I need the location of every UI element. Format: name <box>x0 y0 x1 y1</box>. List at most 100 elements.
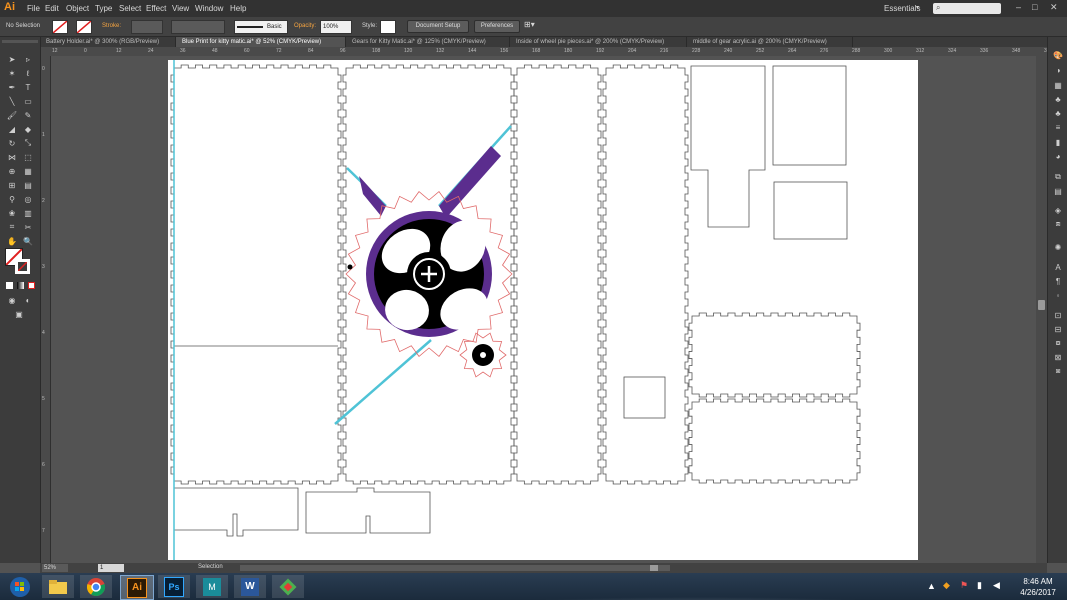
clock-time[interactable]: 8:46 AM <box>1018 577 1058 586</box>
tray-app-icon[interactable]: ◆ <box>943 580 950 591</box>
power-icon[interactable]: ▮ <box>977 580 982 591</box>
tab-blue-print[interactable]: Blue Print for kitty matic.ai* @ 52% (CM… <box>176 37 346 47</box>
close-button[interactable]: ✕ <box>1050 2 1058 13</box>
stroke-color-swatch[interactable] <box>15 259 30 274</box>
width-tool-icon[interactable]: ⋈ <box>6 151 18 163</box>
minimize-button[interactable]: – <box>1016 2 1021 12</box>
draw-normal-icon[interactable]: ◉ <box>6 294 18 306</box>
maximize-button[interactable]: □ <box>1032 2 1037 12</box>
rotate-tool-icon[interactable]: ↻ <box>6 137 18 149</box>
color-guide-icon[interactable]: ◑ <box>1052 64 1064 76</box>
menu-file[interactable]: File <box>27 4 40 13</box>
free-transform-tool-icon[interactable]: ⬚ <box>22 151 34 163</box>
illustrator-icon[interactable]: Ai <box>120 575 154 600</box>
tab-battery-holder[interactable]: Battery Holder.ai* @ 300% (RGB/Preview) <box>40 37 176 47</box>
menu-edit[interactable]: Edit <box>45 4 59 13</box>
selection-tool-icon[interactable]: ➤ <box>6 53 18 65</box>
color-panel-icon[interactable]: 🎨 <box>1052 49 1064 61</box>
screen-mode-icon[interactable]: ▣ <box>13 308 25 320</box>
gradient-mode-icon[interactable] <box>17 282 24 289</box>
tab-middle-of-gear[interactable]: middle of gear acrylic.ai @ 200% (CMYK/P… <box>687 37 853 47</box>
opacity-label[interactable]: Opacity: <box>294 23 316 29</box>
stroke-label[interactable]: Stroke: <box>102 23 121 29</box>
perspective-grid-tool-icon[interactable]: ▦ <box>22 165 34 177</box>
character-panel-icon[interactable]: A <box>1052 261 1064 273</box>
zoom-tool-icon[interactable]: 🔍 <box>22 235 34 247</box>
artboard-number-field[interactable]: 1 <box>98 564 124 572</box>
mesh-tool-icon[interactable]: ⊞ <box>6 179 18 191</box>
line-tool-icon[interactable]: ╲ <box>6 95 18 107</box>
info-panel-icon[interactable]: ⧆ <box>1052 365 1064 377</box>
stroke-weight-input[interactable] <box>131 20 163 34</box>
slice-tool-icon[interactable]: ✂ <box>22 221 34 233</box>
rectangle-tool-icon[interactable]: ▭ <box>22 95 34 107</box>
draw-behind-icon[interactable]: ◐ <box>22 294 34 306</box>
pen-tool-icon[interactable]: ✒ <box>6 81 18 93</box>
layers-panel-icon[interactable]: ◈ <box>1052 204 1064 216</box>
magic-wand-tool-icon[interactable]: ✶ <box>6 67 18 79</box>
variable-width-profile[interactable] <box>171 20 225 34</box>
fill-swatch[interactable] <box>52 20 68 34</box>
symbol-sprayer-tool-icon[interactable]: ❀ <box>6 207 18 219</box>
symbols-panel-icon[interactable]: ♣ <box>1052 107 1064 119</box>
align-panel-icon[interactable]: ⊟ <box>1052 323 1064 335</box>
direct-selection-tool-icon[interactable]: ▹ <box>22 53 34 65</box>
menu-window[interactable]: Window <box>195 4 223 13</box>
blend-tool-icon[interactable]: ◎ <box>22 193 34 205</box>
file-explorer-icon[interactable] <box>42 575 74 598</box>
appearance-panel-icon[interactable]: ⧉ <box>1052 171 1064 183</box>
document-setup-button[interactable]: Document Setup <box>407 20 469 33</box>
stroke-panel-icon[interactable]: ≡ <box>1052 121 1064 133</box>
menu-effect[interactable]: Effect <box>146 4 166 13</box>
paragraph-panel-icon[interactable]: ¶ <box>1052 275 1064 287</box>
clock-date[interactable]: 4/26/2017 <box>1016 588 1060 597</box>
scale-tool-icon[interactable]: ⤡ <box>22 137 34 149</box>
workspace-switcher[interactable]: Essentials <box>884 4 920 13</box>
transparency-panel-icon[interactable]: ◕ <box>1052 150 1064 162</box>
color-mode-icon[interactable] <box>6 282 13 289</box>
column-graph-tool-icon[interactable]: ▥ <box>22 207 34 219</box>
chrome-icon[interactable] <box>80 575 112 598</box>
links-panel-icon[interactable]: ⊠ <box>1052 351 1064 363</box>
app-icon[interactable] <box>272 575 304 598</box>
volume-icon[interactable]: ◀ <box>993 580 1000 591</box>
menu-object[interactable]: Object <box>66 4 89 13</box>
photoshop-icon[interactable]: Ps <box>158 575 190 598</box>
opentype-panel-icon[interactable]: ◦ <box>1052 289 1064 301</box>
menu-view[interactable]: View <box>172 4 189 13</box>
maya-icon[interactable]: M <box>196 575 228 598</box>
zoom-field[interactable]: 52% <box>42 564 68 572</box>
navigator-panel-icon[interactable]: ✺ <box>1052 241 1064 253</box>
arrange-documents-icon[interactable]: ⊞▾ <box>524 20 535 29</box>
menu-type[interactable]: Type <box>95 4 112 13</box>
vertical-scrollbar[interactable] <box>1036 56 1047 564</box>
shape-builder-tool-icon[interactable]: ⊕ <box>6 165 18 177</box>
stroke-swatch[interactable] <box>76 20 92 34</box>
action-center-icon[interactable]: ⚑ <box>960 580 968 591</box>
chevron-down-icon[interactable]: ▾ <box>916 4 919 11</box>
canvas-area[interactable] <box>51 56 1036 564</box>
vertical-ruler[interactable]: 0 1 2 3 4 5 6 7 <box>40 56 51 564</box>
brush-definition[interactable]: Basic <box>234 20 288 34</box>
opacity-input[interactable]: 100% <box>320 20 352 34</box>
blob-brush-tool-icon[interactable]: ◢ <box>6 123 18 135</box>
gradient-panel-icon[interactable]: ▮ <box>1052 136 1064 148</box>
menu-help[interactable]: Help <box>230 4 246 13</box>
word-icon[interactable]: W <box>234 575 266 598</box>
gradient-tool-icon[interactable]: ▤ <box>22 179 34 191</box>
swatches-panel-icon[interactable]: ▦ <box>1052 79 1064 91</box>
pathfinder-panel-icon[interactable]: ⧇ <box>1052 337 1064 349</box>
pencil-tool-icon[interactable]: ✎ <box>22 109 34 121</box>
lasso-tool-icon[interactable]: ℓ <box>22 67 34 79</box>
eraser-tool-icon[interactable]: ◆ <box>22 123 34 135</box>
none-mode-icon[interactable] <box>28 282 35 289</box>
preferences-button[interactable]: Preferences <box>474 20 520 33</box>
menu-select[interactable]: Select <box>119 4 141 13</box>
brushes-panel-icon[interactable]: ♣ <box>1052 93 1064 105</box>
hand-tool-icon[interactable]: ✋ <box>6 235 18 247</box>
eyedropper-tool-icon[interactable]: ⚲ <box>6 193 18 205</box>
horizontal-scrollbar[interactable] <box>240 565 670 571</box>
graphic-style-swatch[interactable] <box>380 20 396 34</box>
scroll-thumb[interactable] <box>1038 300 1045 310</box>
tab-gears[interactable]: Gears for Kitty Matic.ai* @ 125% (CMYK/P… <box>346 37 510 47</box>
